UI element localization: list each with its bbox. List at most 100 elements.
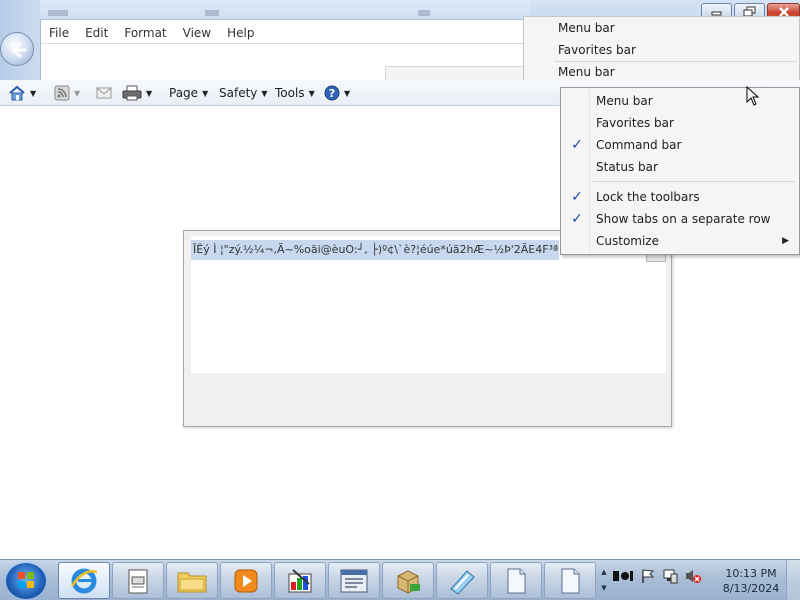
mouse-cursor-icon: [746, 86, 760, 106]
safety-menu-button[interactable]: Safety ▼: [219, 84, 268, 102]
menu-separator: [554, 61, 797, 62]
taskbar-internet-explorer[interactable]: [58, 562, 110, 599]
menu-view[interactable]: View: [175, 24, 219, 43]
title-ghost: [418, 10, 430, 16]
taskbar-document-1[interactable]: [490, 562, 542, 599]
dropdown-arrow-icon: ▼: [74, 88, 81, 98]
print-button[interactable]: ▼: [122, 84, 152, 102]
taskbar-document-2[interactable]: [544, 562, 596, 599]
blank-document-icon: [507, 568, 526, 593]
internet-explorer-icon: [70, 568, 98, 593]
clock-date: 8/13/2024: [722, 582, 780, 595]
context-item-tabs-separate-row[interactable]: ✓ Show tabs on a separate row: [563, 208, 797, 230]
mail-icon: [96, 87, 112, 99]
context-item-label: Menu bar: [596, 94, 653, 108]
dropdown-arrow-icon: ▼: [202, 88, 209, 98]
back-button[interactable]: [0, 32, 34, 66]
taskbar-file-explorer[interactable]: [166, 562, 218, 599]
toolbars-context-menu: Menu bar Favorites bar ✓ Command bar Sta…: [560, 87, 800, 255]
show-desktop-button[interactable]: [786, 560, 800, 600]
taskbar-scroll-buttons[interactable]: ▲ ▼: [598, 564, 610, 598]
background-menu-item: Favorites bar: [558, 43, 636, 57]
context-item-label: Status bar: [596, 160, 658, 174]
checkmark-icon: ✓: [571, 211, 583, 227]
context-item-lock-toolbars[interactable]: ✓ Lock the toolbars: [563, 186, 797, 208]
taskbar-archive-installer[interactable]: [382, 562, 434, 599]
media-player-icon: [234, 569, 258, 592]
context-item-menu-bar[interactable]: Menu bar: [563, 90, 797, 112]
menu-file[interactable]: File: [41, 24, 77, 43]
read-mail-button[interactable]: [96, 84, 112, 102]
volume-muted-icon[interactable]: [684, 568, 702, 584]
taskbar-paint[interactable]: [274, 562, 326, 599]
home-button[interactable]: ▼: [8, 84, 36, 102]
windows-logo-icon: [18, 572, 34, 588]
notepad-tablet-icon: [450, 569, 475, 595]
context-item-label: Favorites bar: [596, 116, 674, 130]
package-install-icon: [397, 569, 420, 594]
printer-icon: [122, 85, 142, 101]
context-item-label: Lock the toolbars: [596, 190, 700, 204]
taskbar-text-editor[interactable]: [328, 562, 380, 599]
rss-feed-icon: [54, 85, 70, 101]
dropdown-arrow-icon: ▼: [30, 88, 37, 98]
context-item-customize[interactable]: Customize ▶: [563, 230, 797, 252]
menu-format[interactable]: Format: [116, 24, 174, 43]
menu-separator: [593, 181, 795, 182]
input-method-icon[interactable]: [612, 568, 634, 584]
action-center-flag-icon[interactable]: [640, 568, 656, 584]
taskbar-media-player[interactable]: [220, 562, 272, 599]
context-item-favorites-bar[interactable]: Favorites bar: [563, 112, 797, 134]
background-menu-item: Menu bar: [558, 65, 615, 79]
context-item-label: Customize: [596, 234, 659, 248]
dropdown-arrow-icon: ▼: [146, 88, 153, 98]
window-document-icon: [340, 569, 368, 592]
help-button[interactable]: ? ▼: [324, 84, 350, 102]
system-tray: [612, 568, 702, 584]
page-menu-label: Page: [169, 86, 199, 100]
submenu-arrow-icon: ▶: [782, 236, 789, 246]
clock-time: 10:13 PM: [725, 567, 777, 580]
page-menu-button[interactable]: Page ▼: [169, 84, 208, 102]
start-button[interactable]: [6, 563, 46, 599]
chevron-down-icon[interactable]: ▼: [598, 580, 610, 596]
dropdown-arrow-icon: ▼: [308, 88, 315, 98]
menu-help[interactable]: Help: [219, 24, 262, 43]
dropdown-arrow-icon: ▼: [344, 88, 351, 98]
taskbar-clock[interactable]: 10:13 PM 8/13/2024: [716, 566, 786, 596]
help-icon: ?: [324, 85, 340, 101]
title-ghost: [48, 10, 68, 16]
dialog-text-area[interactable]: ÎËý Ì ¦"zý.½¼¬,Ã~%oäi@èuO:┘, ├)º¢\`è?¦éú…: [191, 236, 666, 373]
feeds-button[interactable]: ▼: [54, 84, 80, 102]
svg-text:?: ?: [329, 87, 335, 100]
context-item-label: Show tabs on a separate row: [596, 212, 771, 226]
menu-edit[interactable]: Edit: [77, 24, 116, 43]
tools-menu-label: Tools: [275, 86, 305, 100]
background-toolbar-menu: Menu bar Favorites bar Menu bar: [523, 16, 800, 84]
chevron-up-icon[interactable]: ▲: [598, 564, 610, 580]
background-menu-item: Menu bar: [558, 21, 615, 35]
folder-icon: [177, 572, 207, 592]
taskbar-notes-app[interactable]: [436, 562, 488, 599]
garbled-text-line[interactable]: ÎËý Ì ¦"zý.½¼¬,Ã~%oäi@èuO:┘, ├)º¢\`è?¦éú…: [191, 240, 559, 260]
dropdown-arrow-icon: ▼: [261, 88, 268, 98]
title-ghost: [205, 10, 219, 16]
blank-document-icon: [561, 568, 580, 593]
context-item-command-bar[interactable]: ✓ Command bar: [563, 134, 797, 156]
paint-palette-icon: [288, 568, 312, 592]
tools-menu-button[interactable]: Tools ▼: [275, 84, 315, 102]
home-icon: [9, 85, 25, 101]
dialog-window: ÎËý Ì ¦"zý.½¼¬,Ã~%oäi@èuO:┘, ├)º¢\`è?¦éú…: [183, 230, 672, 427]
checkmark-icon: ✓: [571, 189, 583, 205]
notepad-icon: [128, 569, 148, 593]
editor-menubar: File Edit Format View Help: [41, 24, 531, 44]
context-item-status-bar[interactable]: Status bar: [563, 156, 797, 178]
title-bar: [40, 0, 530, 20]
back-arrow-icon: [11, 42, 27, 58]
checkmark-icon: ✓: [571, 137, 583, 153]
network-icon[interactable]: [662, 568, 678, 584]
context-item-label: Command bar: [596, 138, 682, 152]
taskbar-notepad[interactable]: [112, 562, 164, 599]
safety-menu-label: Safety: [219, 86, 258, 100]
taskbar: ▲ ▼ 10:13 PM 8/13/2024: [0, 559, 800, 600]
